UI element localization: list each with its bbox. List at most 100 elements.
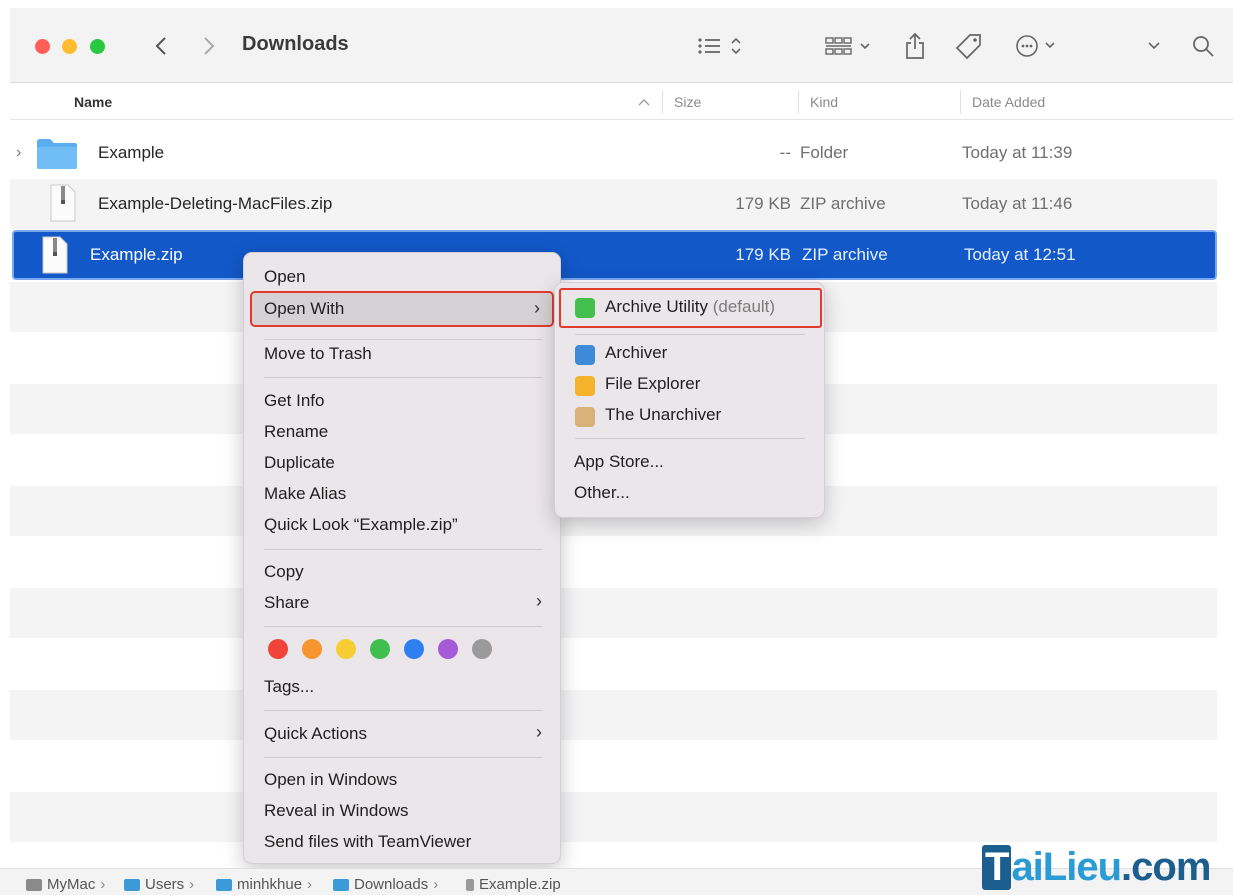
tag-color-dot[interactable] [268, 639, 288, 659]
file-explorer-icon [575, 376, 595, 396]
menu-separator [264, 377, 542, 378]
computer-icon [26, 878, 42, 891]
column-date-header[interactable]: Date Added [972, 94, 1045, 110]
path-label: Downloads [354, 876, 429, 893]
menu-item-tags[interactable]: Tags... [264, 677, 314, 697]
path-item-mymac[interactable]: MyMac › [26, 876, 105, 893]
window-title: Downloads [242, 33, 349, 55]
search-button[interactable] [1190, 28, 1216, 64]
group-button[interactable] [824, 28, 878, 64]
column-kind-header[interactable]: Kind [810, 94, 838, 110]
logo-first-letter: T [982, 845, 1012, 890]
tag-icon [955, 34, 981, 60]
menu-item-get-info[interactable]: Get Info [264, 391, 324, 411]
path-item-minhkhue[interactable]: minhkhue › [216, 876, 312, 893]
tag-color-dot[interactable] [438, 639, 458, 659]
share-icon [906, 32, 924, 59]
zoom-window-button[interactable] [90, 39, 105, 54]
path-label: Example.zip [479, 876, 561, 893]
file-name: Example.zip [90, 245, 183, 264]
empty-row [10, 588, 1217, 638]
chevron-right-icon: › [536, 591, 542, 611]
minimize-window-button[interactable] [62, 39, 77, 54]
file-kind: ZIP archive [800, 194, 886, 213]
file-size: 179 KB [735, 245, 791, 264]
path-separator: › [189, 876, 195, 893]
menu-item-label: Open With [264, 299, 345, 318]
tag-color-dot[interactable] [302, 639, 322, 659]
chevron-right-icon: › [534, 298, 540, 318]
path-item-users[interactable]: Users › [124, 876, 194, 893]
menu-item-open-with[interactable]: Open With › [250, 291, 554, 327]
downloads-folder-icon [333, 878, 349, 891]
path-separator: › [100, 876, 106, 893]
empty-row [10, 792, 1217, 842]
grid-group-icon [825, 37, 870, 55]
close-window-button[interactable] [35, 39, 50, 54]
submenu-item-archiver[interactable]: Archiver [605, 343, 667, 363]
zip-file-icon [466, 878, 474, 891]
submenu-item-other[interactable]: Other... [574, 483, 630, 503]
zip-file-icon [50, 184, 76, 222]
empty-row [10, 690, 1217, 740]
menu-item-copy[interactable]: Copy [264, 562, 304, 582]
file-row-folder[interactable]: › Example -- Folder Today at 11:39 [10, 128, 1217, 178]
menu-separator [264, 710, 542, 711]
menu-item-share[interactable]: Share [264, 593, 309, 613]
file-row-selected[interactable]: Example.zip 179 KB ZIP archive Today at … [12, 230, 1217, 280]
submenu-item-label: Archive Utility (default) [605, 297, 775, 317]
menu-item-open-in-windows[interactable]: Open in Windows [264, 770, 397, 790]
menu-item-make-alias[interactable]: Make Alias [264, 484, 346, 504]
context-menu: Open Open With › Move to Trash Get Info … [243, 252, 561, 864]
menu-separator [575, 334, 805, 335]
menu-separator [264, 339, 542, 340]
share-button[interactable] [902, 28, 928, 64]
the-unarchiver-icon [575, 407, 595, 427]
file-row-zip[interactable]: Example-Deleting-MacFiles.zip 179 KB ZIP… [10, 179, 1217, 229]
menu-separator [264, 626, 542, 627]
menu-item-move-to-trash[interactable]: Move to Trash [264, 344, 372, 364]
menu-item-duplicate[interactable]: Duplicate [264, 453, 335, 473]
menu-item-rename[interactable]: Rename [264, 422, 328, 442]
menu-item-quick-look[interactable]: Quick Look “Example.zip” [264, 515, 458, 535]
back-button[interactable] [150, 28, 172, 64]
submenu-item-file-explorer[interactable]: File Explorer [605, 374, 700, 394]
column-name-header[interactable]: Name [74, 94, 112, 110]
chevron-left-icon [155, 37, 166, 55]
file-size: -- [779, 143, 791, 162]
submenu-item-app-store[interactable]: App Store... [574, 452, 664, 472]
tag-color-dot[interactable] [370, 639, 390, 659]
tag-color-dot[interactable] [336, 639, 356, 659]
menu-item-open[interactable]: Open [264, 267, 306, 287]
list-view-icon [698, 37, 741, 55]
menu-separator [264, 757, 542, 758]
open-with-submenu: Archive Utility (default) Archiver File … [554, 282, 825, 518]
path-label: Users [145, 876, 185, 893]
toolbar: Downloads [10, 8, 1233, 83]
tag-button[interactable] [954, 28, 984, 64]
menu-item-quick-actions[interactable]: Quick Actions [264, 724, 367, 744]
file-size: 179 KB [735, 194, 791, 213]
disclosure-triangle-icon[interactable]: › [16, 144, 21, 162]
path-item-example-zip[interactable]: Example.zip [466, 876, 561, 893]
file-date: Today at 12:51 [964, 245, 1076, 264]
chevron-right-icon: › [536, 722, 542, 742]
sort-ascending-icon [638, 99, 650, 106]
forward-button[interactable] [198, 28, 220, 64]
more-toolbar-button[interactable] [1146, 28, 1162, 64]
ellipsis-circle-icon [1016, 35, 1055, 57]
view-options-button[interactable] [696, 28, 748, 64]
submenu-item-the-unarchiver[interactable]: The Unarchiver [605, 405, 721, 425]
archive-utility-icon [575, 298, 595, 318]
archiver-icon [575, 345, 595, 365]
menu-item-reveal-in-windows[interactable]: Reveal in Windows [264, 801, 409, 821]
path-item-downloads[interactable]: Downloads › [333, 876, 438, 893]
tag-color-dot[interactable] [472, 639, 492, 659]
column-size-header[interactable]: Size [674, 94, 701, 110]
action-menu-button[interactable] [1014, 28, 1064, 64]
tag-color-dot[interactable] [404, 639, 424, 659]
default-label: (default) [712, 297, 776, 316]
search-icon [1193, 36, 1214, 57]
menu-item-send-teamviewer[interactable]: Send files with TeamViewer [264, 832, 471, 852]
logo-end: .com [1121, 845, 1211, 889]
